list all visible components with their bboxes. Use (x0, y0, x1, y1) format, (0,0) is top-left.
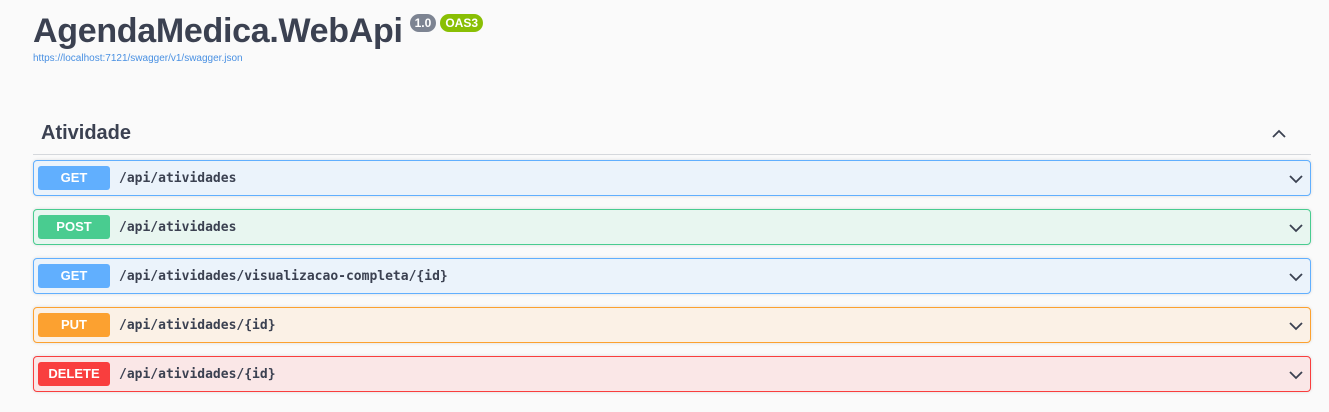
method-badge: PUT (38, 313, 110, 337)
operation-path: /api/atividades/visualizacao-completa/{i… (119, 268, 448, 284)
title-row: AgendaMedica.WebApi 1.0 OAS3 (33, 10, 483, 52)
chevron-down-icon[interactable] (1286, 218, 1306, 238)
method-badge: GET (38, 264, 110, 288)
chevron-down-icon[interactable] (1286, 267, 1306, 287)
operation-put-atividade[interactable]: PUT /api/atividades/{id} (33, 307, 1311, 343)
api-title: AgendaMedica.WebApi (33, 12, 403, 50)
operations-list: GET /api/atividades POST /api/atividades… (33, 160, 1311, 392)
operation-get-atividades[interactable]: GET /api/atividades (33, 160, 1311, 196)
api-info-header: AgendaMedica.WebApi 1.0 OAS3 https://loc… (33, 10, 483, 64)
chevron-down-icon[interactable] (1286, 316, 1306, 336)
swagger-json-link[interactable]: https://localhost:7121/swagger/v1/swagge… (33, 53, 483, 64)
operation-path: /api/atividades (119, 219, 237, 235)
method-badge: GET (38, 166, 110, 190)
method-badge: DELETE (38, 362, 110, 386)
chevron-down-icon[interactable] (1286, 169, 1306, 189)
tag-header[interactable]: Atividade (33, 113, 1311, 155)
operation-post-atividades[interactable]: POST /api/atividades (33, 209, 1311, 245)
operation-path: /api/atividades/{id} (119, 317, 276, 333)
version-badge: 1.0 (409, 14, 437, 32)
method-badge: POST (38, 215, 110, 239)
oas-badge: OAS3 (440, 14, 483, 32)
tag-section-atividade: Atividade GET /api/atividades POST /api/… (33, 113, 1311, 405)
operation-delete-atividade[interactable]: DELETE /api/atividades/{id} (33, 356, 1311, 392)
chevron-up-icon[interactable] (1269, 124, 1289, 144)
operation-path: /api/atividades (119, 170, 237, 186)
operation-get-visualizacao-completa[interactable]: GET /api/atividades/visualizacao-complet… (33, 258, 1311, 294)
chevron-down-icon[interactable] (1286, 365, 1306, 385)
operation-path: /api/atividades/{id} (119, 366, 276, 382)
tag-name: Atividade (41, 122, 132, 144)
